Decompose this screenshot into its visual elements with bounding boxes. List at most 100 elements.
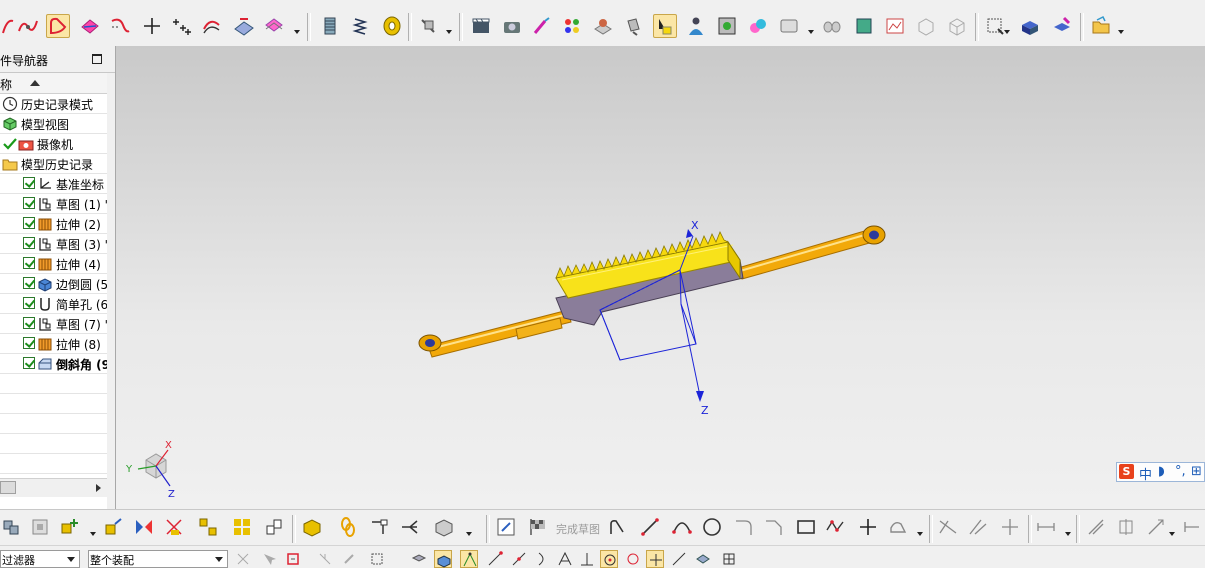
scrollbar-thumb[interactable]: [0, 481, 16, 494]
cube-view-icon[interactable]: [852, 14, 876, 38]
spline-tool-icon[interactable]: [16, 14, 40, 38]
end-point-snap-icon[interactable]: [486, 550, 504, 568]
general-select-icon[interactable]: [234, 550, 252, 568]
chamfer-sketch-icon[interactable]: [762, 515, 786, 539]
arc-center-snap-icon[interactable]: [534, 550, 552, 568]
nav-row-model-history[interactable]: 模型历史记录: [0, 154, 107, 174]
geometric-constraint-icon[interactable]: [1084, 515, 1108, 539]
light-icon[interactable]: [622, 14, 646, 38]
select-features-icon[interactable]: [284, 550, 302, 568]
nav-row-datum-csys[interactable]: 基准坐标: [0, 174, 107, 194]
graphics-viewport[interactable]: X Z X Y Z: [116, 46, 1205, 509]
nav-row-cameras[interactable]: 摄像机: [0, 134, 107, 154]
dropdown-arrow-icon[interactable]: [294, 24, 300, 34]
point-on-curve-snap-icon[interactable]: [670, 550, 688, 568]
spring-icon[interactable]: [348, 14, 372, 38]
wave-geometry-icon[interactable]: [300, 515, 324, 539]
nav-row-sketch-7[interactable]: 草图 (7) ': [0, 314, 107, 334]
shading-spheres-icon[interactable]: [746, 14, 770, 38]
intersect-curve-icon[interactable]: [108, 14, 132, 38]
dropdown-arrow-icon[interactable]: [808, 24, 814, 34]
image-view-icon[interactable]: [883, 14, 907, 38]
visibility-checkbox[interactable]: [23, 237, 35, 249]
sketch-icon[interactable]: [494, 515, 518, 539]
profile-icon[interactable]: [606, 515, 630, 539]
visibility-checkbox[interactable]: [23, 297, 35, 309]
rect-select-icon[interactable]: [368, 550, 386, 568]
visibility-checkbox[interactable]: [23, 197, 35, 209]
ime-menu-icon[interactable]: ⊞: [1191, 464, 1202, 479]
finish-sketch-label[interactable]: 完成草图: [556, 521, 600, 537]
point-tool-icon[interactable]: [140, 14, 164, 38]
dropdown-arrow-icon[interactable]: [466, 526, 472, 536]
dropdown-arrow-icon[interactable]: [1118, 24, 1124, 34]
project-curve-icon[interactable]: [232, 14, 256, 38]
scroll-right-arrow-icon[interactable]: [96, 484, 101, 492]
surface-curve-icon[interactable]: [78, 14, 102, 38]
pattern-components-icon[interactable]: [230, 515, 254, 539]
camera-capture-icon[interactable]: [500, 14, 524, 38]
sogou-logo-icon[interactable]: S: [1119, 464, 1134, 479]
type-filter-dropdown[interactable]: 过滤器: [0, 550, 80, 568]
bridge-curve-icon[interactable]: [262, 14, 286, 38]
rectangle-tool-icon[interactable]: [794, 515, 818, 539]
dropdown-arrow-icon[interactable]: [1169, 526, 1175, 536]
material-sphere-icon[interactable]: [591, 14, 615, 38]
nav-row-model-views[interactable]: 模型视图: [0, 114, 107, 134]
nav-row-sketch-3[interactable]: 草图 (3) ': [0, 234, 107, 254]
fillet-sketch-icon[interactable]: [732, 515, 756, 539]
assembly-icon[interactable]: [0, 515, 24, 539]
display-mode-icon[interactable]: [777, 14, 801, 38]
nav-row-extrude-4[interactable]: 拉伸 (4): [0, 254, 107, 274]
nav-row-extrude-8[interactable]: 拉伸 (8): [0, 334, 107, 354]
dropdown-arrow-icon[interactable]: [1004, 24, 1010, 34]
solid-body-select-icon[interactable]: [434, 550, 452, 568]
mid-point-snap-icon[interactable]: [510, 550, 528, 568]
perpendicular-snap-icon[interactable]: [578, 550, 596, 568]
dropdown-arrow-icon[interactable]: [446, 24, 452, 34]
existing-point-snap-icon[interactable]: [646, 550, 664, 568]
dropdown-arrow-icon[interactable]: [1065, 526, 1071, 536]
cylinders-icon[interactable]: [820, 14, 844, 38]
paint-brush-icon[interactable]: [530, 14, 554, 38]
pin-select-icon[interactable]: [340, 550, 358, 568]
visibility-checkbox[interactable]: [23, 277, 35, 289]
circle-tool-icon[interactable]: [700, 515, 724, 539]
selection-cursor-icon[interactable]: [260, 550, 278, 568]
auto-constrain-icon[interactable]: [1144, 515, 1168, 539]
circle-center-snap-icon[interactable]: [600, 550, 618, 568]
dropdown-arrow-icon[interactable]: [90, 526, 96, 536]
wire-cube-2-icon[interactable]: [945, 14, 969, 38]
grid-snap-icon[interactable]: [720, 550, 738, 568]
nav-row-sketch-1[interactable]: 草图 (1) ': [0, 194, 107, 214]
dropdown-arrow-icon[interactable]: [917, 526, 923, 536]
nav-row-history-mode[interactable]: 历史记录模式: [0, 94, 107, 114]
color-palette-icon[interactable]: [560, 14, 584, 38]
component-icon[interactable]: [28, 515, 52, 539]
visibility-checkbox[interactable]: [23, 337, 35, 349]
visibility-checkbox[interactable]: [23, 177, 35, 189]
visibility-checkbox[interactable]: [23, 357, 35, 369]
constraint-icon[interactable]: [162, 515, 186, 539]
dimension-icon[interactable]: [1034, 515, 1058, 539]
replace-component-icon[interactable]: [262, 515, 286, 539]
scene-icon[interactable]: [715, 14, 739, 38]
half-width-icon[interactable]: ◗: [1158, 464, 1165, 479]
nav-row-edge-blend-5[interactable]: 边倒圆 (5: [0, 274, 107, 294]
studio-spline-sketch-icon[interactable]: [824, 515, 848, 539]
movie-clapper-icon[interactable]: [469, 14, 493, 38]
fork-icon[interactable]: [398, 515, 422, 539]
offset-sketch-icon[interactable]: [886, 515, 910, 539]
arc-sketch-icon[interactable]: [670, 515, 694, 539]
part-blue-icon[interactable]: [1018, 14, 1042, 38]
quick-extend-icon[interactable]: [966, 515, 990, 539]
washer-icon[interactable]: [380, 14, 404, 38]
thread-icon[interactable]: [318, 14, 342, 38]
navigator-horizontal-scrollbar[interactable]: [0, 478, 107, 497]
render-style-icon[interactable]: [653, 14, 677, 38]
line-tool-icon[interactable]: [638, 515, 662, 539]
user-figure-icon[interactable]: [684, 14, 708, 38]
mirror-assembly-icon[interactable]: [132, 515, 156, 539]
visibility-checkbox[interactable]: [23, 317, 35, 329]
move-component-icon[interactable]: [102, 515, 126, 539]
